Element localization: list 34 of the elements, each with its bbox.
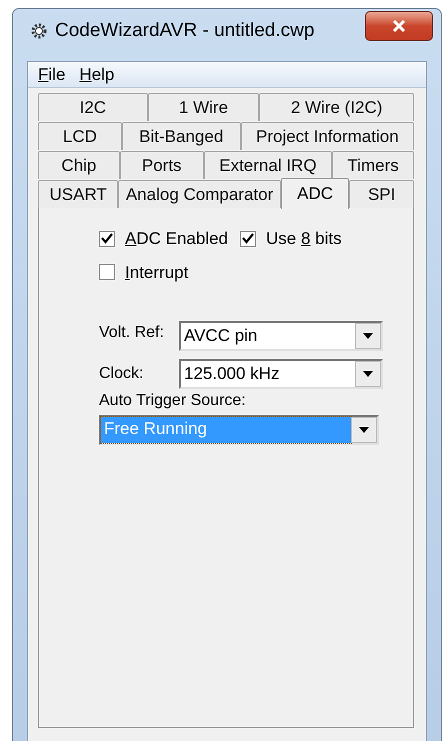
field-label: Auto Trigger Source: [99, 391, 247, 411]
checkbox[interactable] [99, 264, 115, 280]
tab[interactable]: Chip [38, 151, 120, 179]
gear-icon [29, 21, 49, 41]
checkbox-label: ADC Enabled [125, 228, 228, 250]
tab[interactable]: Bit-Banged [122, 122, 241, 150]
tab[interactable]: Analog Comparator [118, 180, 281, 208]
tab[interactable]: LCD [38, 122, 122, 150]
dropdown-arrow-icon [358, 426, 370, 434]
dropdown[interactable]: AVCC pin [179, 321, 383, 351]
tab[interactable]: USART [38, 180, 118, 208]
tab[interactable]: External IRQ [204, 151, 332, 179]
checkbox[interactable] [240, 230, 256, 247]
tab[interactable]: I2C [38, 93, 148, 121]
dropdown-arrow-icon [362, 370, 374, 378]
tab[interactable]: SPI [349, 180, 414, 208]
checkbox[interactable] [99, 230, 115, 247]
dropdown-arrow-icon [362, 332, 374, 340]
menu-item[interactable]: File [38, 62, 66, 88]
close-button[interactable] [365, 11, 433, 41]
window-title: CodeWizardAVR - untitled.cwp [55, 18, 314, 43]
tab[interactable]: Timers [332, 151, 414, 179]
checkbox-label: Interrupt [125, 262, 188, 284]
field-label: Clock: [99, 364, 144, 384]
field-label: Volt. Ref: [99, 323, 165, 343]
tab[interactable]: Project Information [240, 122, 414, 150]
menu-item[interactable]: Help [79, 62, 114, 88]
close-icon [392, 20, 406, 32]
dropdown[interactable]: 125.000 kHz [179, 359, 383, 389]
tab[interactable]: Ports [120, 151, 204, 179]
tab[interactable]: 1 Wire [148, 93, 260, 121]
tab[interactable]: 2 Wire (I2C) [259, 93, 414, 121]
tab[interactable]: ADC [280, 178, 350, 209]
checkbox-label: Use 8 bits [266, 228, 342, 250]
